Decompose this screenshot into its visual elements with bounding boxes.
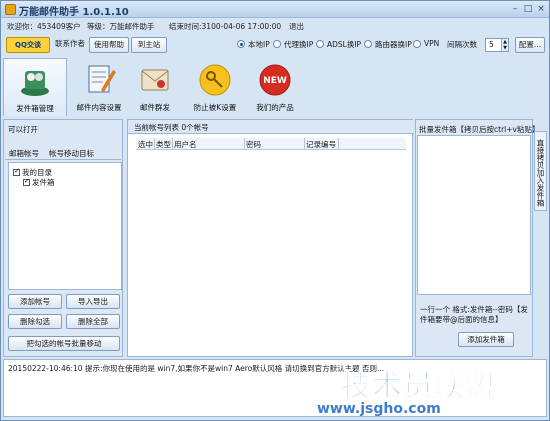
tool-label: 发件箱管理 bbox=[16, 104, 54, 113]
tab-move-target[interactable]: 帐号移动目标 bbox=[49, 148, 94, 159]
config-button[interactable]: 配置... bbox=[515, 37, 545, 53]
radio-adsl-ip[interactable] bbox=[316, 40, 324, 48]
batch-outbox-panel: 批量发件箱【拷贝后按ctrl+v粘贴】 一行一个 格式:发件箱--密码【发件箱要… bbox=[415, 119, 539, 357]
watermark-text: 技术员联盟 bbox=[341, 369, 496, 405]
delete-all-button[interactable]: 删除全部 bbox=[66, 314, 120, 329]
radio-label-local-ip: 本地IP bbox=[248, 40, 270, 49]
interval-spinner[interactable]: 5 ▲ ▼ bbox=[485, 38, 509, 52]
watermark-url: www.jsgho.com bbox=[317, 401, 441, 417]
batch-outbox-title: 批量发件箱【拷贝后按ctrl+v粘贴】 bbox=[419, 125, 540, 134]
app-window: 万能邮件助手 1.0.1.10 – □ × 欢迎你：453409客户 等级：万能… bbox=[0, 0, 550, 421]
account-list-panel: 当前帐号列表 0个帐号 选中 类型 用户名 密码 记录编号 bbox=[127, 119, 414, 357]
new-product-icon: NEW bbox=[259, 64, 291, 96]
column-header[interactable]: 用户名 bbox=[174, 139, 197, 150]
tree-label: 我的目录 bbox=[22, 168, 52, 177]
mail-content-icon bbox=[88, 65, 116, 93]
radio-label-adsl-ip: ADSL换IP bbox=[327, 40, 362, 49]
function-icon-bar: 发件箱管理 邮件内容设置 邮件群发 防止被K设置 NEW 我们的产品 bbox=[1, 58, 549, 118]
radio-proxy-ip[interactable] bbox=[273, 40, 281, 48]
tool-key-protect[interactable]: 防止被K设置 bbox=[183, 58, 247, 116]
log-line: 20150222-10:46:10 提示:你现在使用的是 win7,如果你不是w… bbox=[8, 364, 385, 373]
end-time-text: 结束时间:3100-04-06 17:00:00 bbox=[169, 22, 282, 31]
window-title: 万能邮件助手 1.0.1.10 bbox=[19, 7, 129, 18]
panel-title: 可以打开 bbox=[8, 125, 38, 134]
import-export-button[interactable]: 导入导出 bbox=[66, 294, 120, 309]
radio-local-ip[interactable] bbox=[237, 40, 245, 48]
account-table-header: 选中 类型 用户名 密码 记录编号 bbox=[136, 138, 406, 150]
close-button[interactable]: × bbox=[535, 3, 547, 15]
contact-author-button[interactable]: 联系作者 bbox=[52, 37, 88, 53]
tool-mailbox-manage[interactable]: 发件箱管理 bbox=[3, 58, 67, 116]
radio-vpn[interactable] bbox=[413, 40, 421, 48]
column-header[interactable]: 记录编号 bbox=[306, 139, 336, 150]
radio-label-router-ip: 路由器换IP bbox=[375, 40, 412, 49]
mailbox-manage-icon bbox=[21, 71, 49, 96]
account-list-tab[interactable]: 当前帐号列表 0个帐号 bbox=[128, 120, 414, 134]
tool-mass-send[interactable]: 邮件群发 bbox=[123, 58, 187, 116]
key-protect-icon bbox=[199, 64, 231, 96]
tool-label: 防止被K设置 bbox=[193, 103, 237, 112]
help-button[interactable]: 使用帮助 bbox=[89, 37, 129, 53]
radio-label-vpn: VPN bbox=[424, 39, 440, 48]
tool-label: 邮件内容设置 bbox=[76, 103, 122, 112]
tool-our-products[interactable]: NEW 我们的产品 bbox=[243, 58, 307, 116]
checkbox-icon[interactable] bbox=[13, 167, 20, 176]
interval-value: 5 bbox=[489, 40, 494, 49]
column-header[interactable]: 密码 bbox=[246, 139, 261, 150]
add-account-button[interactable]: 添加帐号 bbox=[8, 294, 62, 309]
delete-checked-button[interactable]: 删除勾选 bbox=[8, 314, 62, 329]
column-header[interactable]: 选中 bbox=[138, 139, 153, 150]
interval-label: 间隔次数 bbox=[447, 40, 477, 49]
user-info-bar: 欢迎你：453409客户 等级：万能邮件助手 结束时间:3100-04-06 1… bbox=[1, 18, 549, 34]
tool-label: 邮件群发 bbox=[140, 103, 170, 112]
checkbox-icon[interactable] bbox=[23, 177, 30, 186]
radio-router-ip[interactable] bbox=[364, 40, 372, 48]
radio-label-proxy-ip: 代理换IP bbox=[284, 40, 314, 49]
logout-link[interactable]: 退出 bbox=[289, 21, 304, 32]
batch-outbox-textarea[interactable] bbox=[417, 135, 531, 295]
account-tabs: 邮箱帐号 帐号移动目标 bbox=[5, 146, 121, 160]
qq-chat-button[interactable]: QQ交谈 bbox=[6, 37, 50, 53]
welcome-text: 欢迎你：453409客户 bbox=[7, 22, 81, 31]
level-text: 等级：万能邮件助手 bbox=[87, 22, 155, 31]
tool-mail-content[interactable]: 邮件内容设置 bbox=[67, 58, 131, 116]
folder-tree: 我的目录 发件箱 bbox=[8, 162, 122, 290]
side-tab-direct-add[interactable]: 直接拷贝加入发件箱 bbox=[534, 131, 547, 211]
add-outbox-button[interactable]: 添加发件箱 bbox=[458, 332, 514, 347]
minimize-button[interactable]: – bbox=[509, 3, 521, 15]
app-icon bbox=[5, 4, 16, 15]
tool-label: 我们的产品 bbox=[256, 103, 294, 112]
tree-label: 发件箱 bbox=[32, 178, 55, 187]
column-header[interactable]: 类型 bbox=[156, 139, 171, 150]
home-site-button[interactable]: 到主站 bbox=[131, 37, 167, 53]
batch-outbox-hint: 一行一个 格式:发件箱--密码【发件箱要带@后面的信息】 bbox=[420, 305, 528, 324]
spinner-arrows-icon[interactable]: ▲ ▼ bbox=[501, 39, 508, 51]
account-list-tab-label: 当前帐号列表 0个帐号 bbox=[134, 123, 209, 132]
svg-text:NEW: NEW bbox=[263, 76, 287, 86]
batch-move-button[interactable]: 把勾选的帐号批量移动 bbox=[8, 336, 120, 351]
tab-mail-accounts[interactable]: 邮箱帐号 bbox=[9, 148, 39, 159]
mass-send-icon bbox=[141, 69, 169, 91]
restore-button[interactable]: □ bbox=[522, 3, 534, 15]
tree-node-outbox[interactable]: 发件箱 bbox=[23, 177, 55, 188]
top-toolbar: QQ交谈 联系作者 使用帮助 到主站 本地IP 代理换IP ADSL换IP 路由… bbox=[1, 34, 549, 56]
account-panel: 可以打开 邮箱帐号 帐号移动目标 我的目录 发件箱 添加帐号 导入导出 删除勾选… bbox=[3, 119, 123, 357]
title-bar: 万能邮件助手 1.0.1.10 – □ × bbox=[1, 1, 549, 18]
